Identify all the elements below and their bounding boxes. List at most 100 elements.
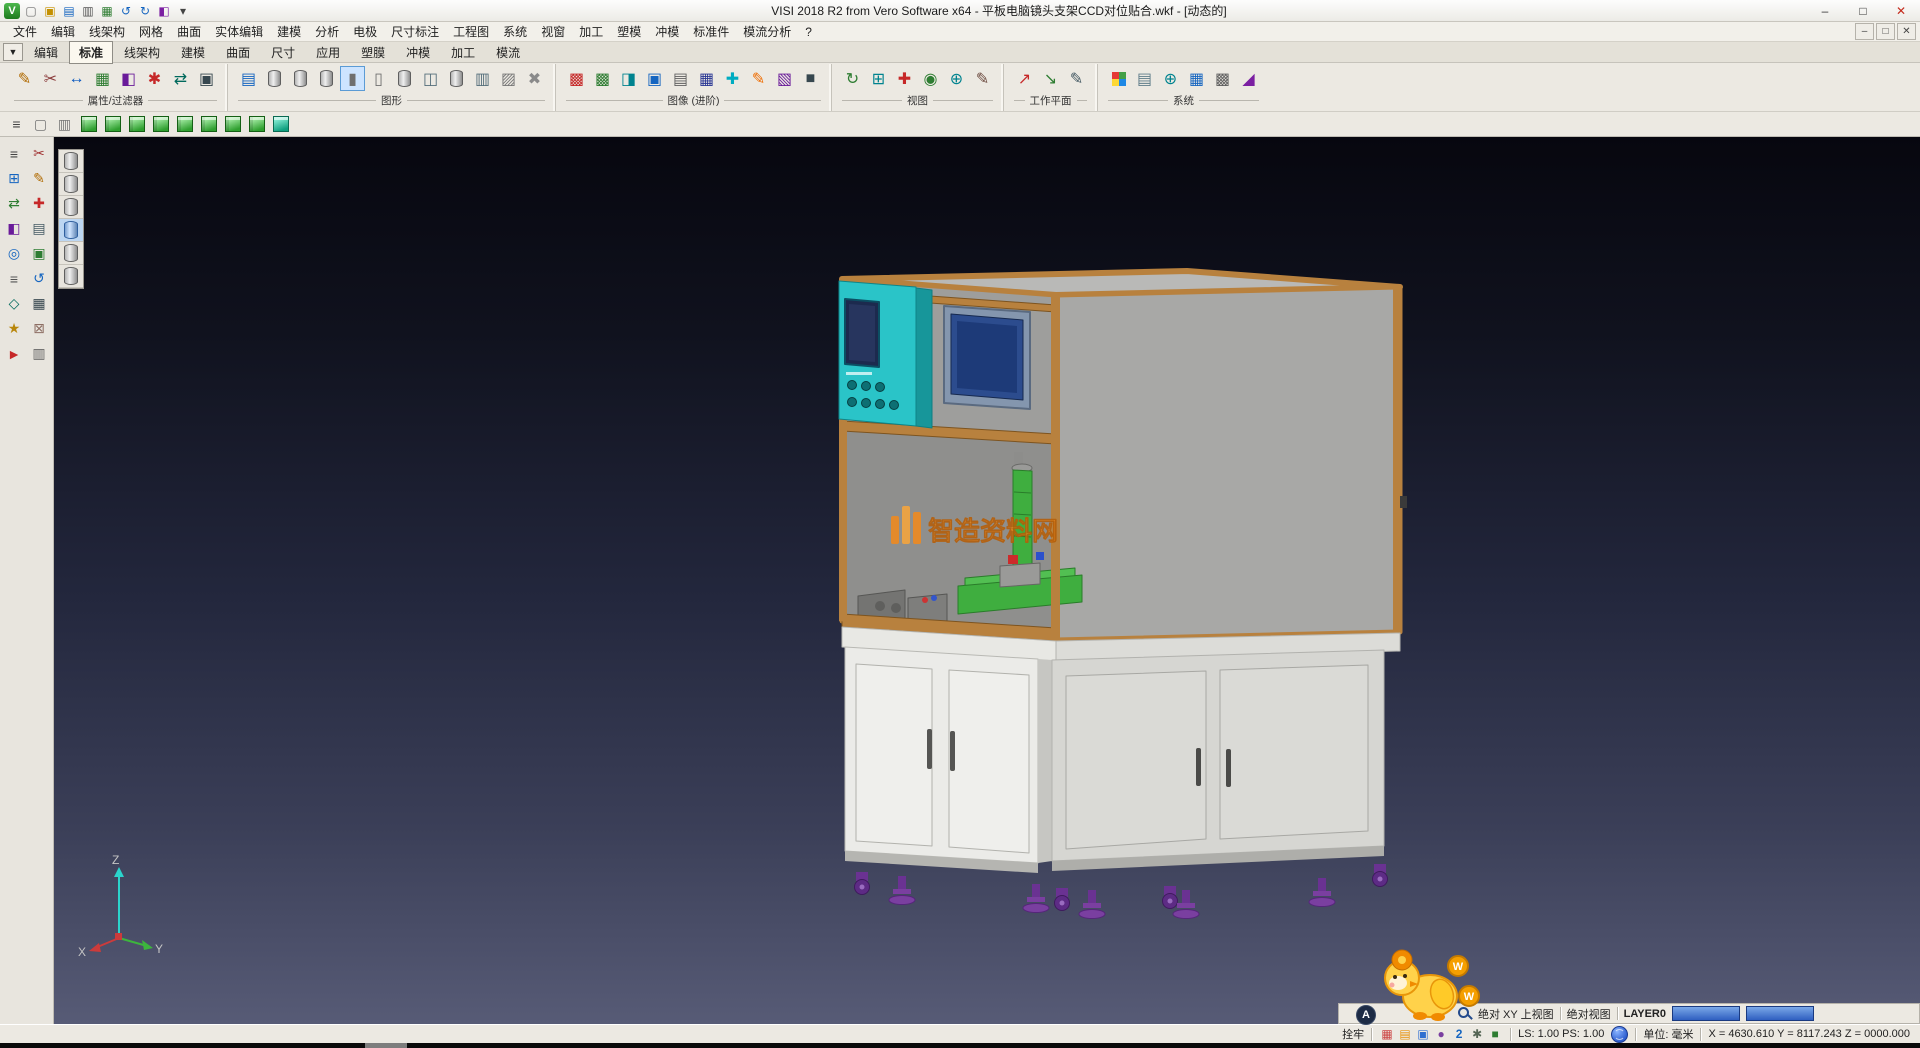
tool-icon[interactable]: ⊕ (1158, 66, 1183, 91)
tool-icon[interactable]: ▣ (194, 66, 219, 91)
layer-cylinder-button[interactable] (59, 150, 83, 173)
view-cube-icon[interactable] (126, 114, 147, 135)
menu-item[interactable]: 工程图 (446, 21, 496, 42)
sidebar-tool-icon[interactable]: ► (3, 342, 26, 365)
menu-item[interactable]: 电极 (346, 21, 384, 42)
menu-item[interactable]: 网格 (132, 21, 170, 42)
tool-icon[interactable]: ▩ (564, 66, 589, 91)
view-cube-icon[interactable] (78, 114, 99, 135)
ribbon-tab[interactable]: 建模 (171, 41, 215, 64)
ribbon-tab[interactable]: 线架构 (114, 41, 170, 64)
tool-icon[interactable] (392, 66, 417, 91)
tool-icon[interactable]: ↔ (64, 66, 89, 91)
tool-icon[interactable]: ▤ (668, 66, 693, 91)
tool-icon[interactable]: ▤ (1132, 66, 1157, 91)
status-icon[interactable]: ▤ (1397, 1026, 1413, 1042)
tool-icon[interactable]: ✎ (12, 66, 37, 91)
annotation-badge[interactable]: A (1356, 1005, 1376, 1025)
sidebar-tool-icon[interactable]: ▣ (28, 242, 51, 265)
status-icon[interactable]: ▦ (1379, 1026, 1395, 1042)
menu-item[interactable]: 视窗 (534, 21, 572, 42)
tool-icon[interactable]: ▥ (470, 66, 495, 91)
quick-access-icon[interactable]: ▤ (60, 2, 78, 20)
layer-cylinder-button[interactable] (59, 265, 83, 288)
taskbar-item[interactable] (365, 1043, 407, 1048)
menu-item[interactable]: 冲模 (648, 21, 686, 42)
ribbon-tab[interactable]: 加工 (441, 41, 485, 64)
sidebar-tool-icon[interactable]: ▤ (28, 217, 51, 240)
sidebar-tool-icon[interactable]: ↺ (28, 267, 51, 290)
quick-access-icon[interactable]: ◧ (155, 2, 173, 20)
tab-dropdown-button[interactable]: ▼ (3, 43, 23, 61)
tool-icon[interactable]: ↻ (840, 66, 865, 91)
tool-icon[interactable]: ✎ (1064, 66, 1089, 91)
tool-icon[interactable]: ✎ (970, 66, 995, 91)
snap-lock-label[interactable]: 拴牢 (1342, 1026, 1364, 1042)
menu-item[interactable]: 文件 (6, 21, 44, 42)
tool-icon[interactable]: ▩ (1210, 66, 1235, 91)
ribbon-tab[interactable]: 标准 (69, 41, 113, 64)
status-icon[interactable]: ● (1433, 1026, 1449, 1042)
view-cube-icon[interactable] (222, 114, 243, 135)
view-cube-icon[interactable] (270, 114, 291, 135)
tool-icon[interactable]: ◨ (616, 66, 641, 91)
sidebar-tool-icon[interactable]: ◇ (3, 292, 26, 315)
sidebar-tool-icon[interactable]: ≡ (3, 267, 26, 290)
view-cube-icon[interactable]: ▢ (30, 114, 51, 135)
ribbon-tab[interactable]: 曲面 (216, 41, 260, 64)
quick-access-icon[interactable]: ▣ (41, 2, 59, 20)
sidebar-tool-icon[interactable]: ⊠ (28, 317, 51, 340)
tool-icon[interactable]: ◫ (418, 66, 443, 91)
menu-item[interactable]: 实体编辑 (208, 21, 270, 42)
layer-cylinder-button[interactable] (59, 242, 83, 265)
menu-item[interactable]: 尺寸标注 (384, 21, 446, 42)
menu-item[interactable]: 线架构 (82, 21, 132, 42)
tool-icon[interactable]: ⊕ (944, 66, 969, 91)
view-orientation-label[interactable]: 绝对 XY 上视图 (1478, 1006, 1554, 1022)
tool-icon[interactable]: ⇄ (168, 66, 193, 91)
absolute-view-label[interactable]: 绝对视图 (1567, 1006, 1611, 1022)
layer-cylinder-button[interactable] (59, 173, 83, 196)
tool-icon[interactable]: ◉ (918, 66, 943, 91)
sidebar-tool-icon[interactable]: ✂ (28, 142, 51, 165)
globe-icon[interactable] (1611, 1026, 1628, 1043)
tool-icon[interactable]: ▨ (496, 66, 521, 91)
sidebar-tool-icon[interactable]: ⇄ (3, 192, 26, 215)
tool-icon[interactable]: ✚ (892, 66, 917, 91)
tool-icon[interactable]: ✱ (142, 66, 167, 91)
ribbon-tab[interactable]: 塑膜 (351, 41, 395, 64)
sidebar-tool-icon[interactable]: ★ (3, 317, 26, 340)
tool-icon[interactable]: ▣ (642, 66, 667, 91)
quick-access-icon[interactable]: ▾ (174, 2, 192, 20)
menu-item[interactable]: 标准件 (686, 21, 736, 42)
tool-icon[interactable]: ✂ (38, 66, 63, 91)
tool-icon[interactable]: ⊞ (866, 66, 891, 91)
tool-icon[interactable]: ✎ (746, 66, 771, 91)
tool-icon[interactable]: ◢ (1236, 66, 1261, 91)
menu-item[interactable]: 曲面 (170, 21, 208, 42)
tool-icon[interactable] (444, 66, 469, 91)
menu-item[interactable]: ? (798, 23, 819, 41)
tool-icon[interactable] (288, 66, 313, 91)
view-cube-icon[interactable] (150, 114, 171, 135)
tool-icon[interactable]: ▮ (340, 66, 365, 91)
status-icon[interactable]: 2 (1451, 1026, 1467, 1042)
view-cube-icon[interactable]: ≡ (6, 114, 27, 135)
status-icon[interactable]: ▣ (1415, 1026, 1431, 1042)
tool-icon[interactable]: ▯ (366, 66, 391, 91)
quick-access-icon[interactable]: ▢ (22, 2, 40, 20)
tool-icon[interactable] (1106, 66, 1131, 91)
view-cube-icon[interactable] (198, 114, 219, 135)
tool-icon[interactable]: ■ (798, 66, 823, 91)
mdi-close-button[interactable]: ✕ (1897, 23, 1916, 40)
ribbon-tab[interactable]: 尺寸 (261, 41, 305, 64)
highlight-color-bar[interactable] (1746, 1006, 1814, 1021)
sidebar-tool-icon[interactable]: ◧ (3, 217, 26, 240)
ribbon-tab[interactable]: 模流 (486, 41, 530, 64)
ribbon-tab[interactable]: 应用 (306, 41, 350, 64)
tool-icon[interactable]: ▦ (90, 66, 115, 91)
tool-icon[interactable]: ▦ (1184, 66, 1209, 91)
sidebar-tool-icon[interactable]: ⊞ (3, 167, 26, 190)
status-icon[interactable]: ■ (1487, 1026, 1503, 1042)
sidebar-tool-icon[interactable]: ▦ (28, 292, 51, 315)
